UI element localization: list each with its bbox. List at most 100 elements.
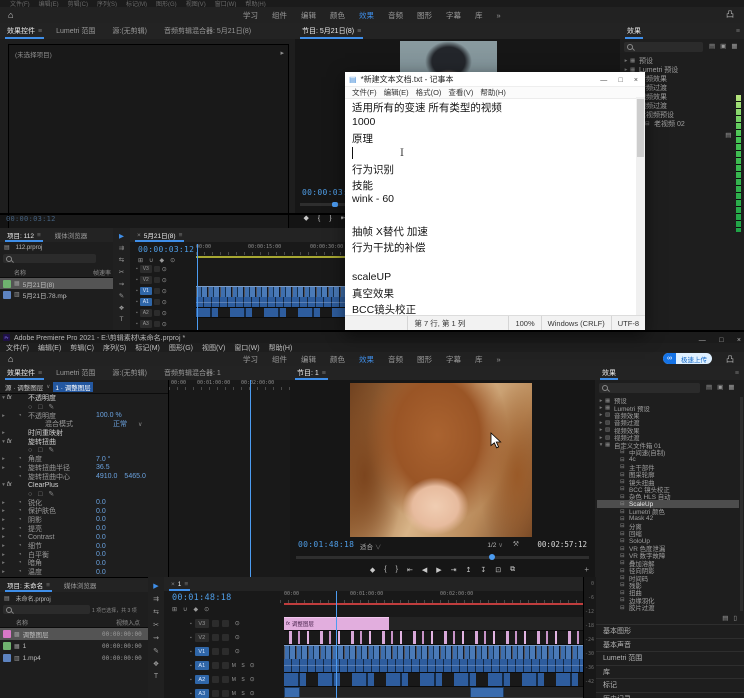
stopwatch-icon[interactable]: ◔ <box>18 456 28 462</box>
effects-tree-item[interactable]: ⊟边缘羽化 <box>597 597 739 604</box>
twirl-icon[interactable]: ▸ <box>0 413 7 419</box>
eye-icon[interactable]: ⊙ <box>250 690 255 697</box>
minimize-button[interactable]: — <box>600 77 607 84</box>
track-badge[interactable]: V1 <box>140 287 152 295</box>
parameter-value[interactable]: 100.0 % <box>96 412 122 419</box>
maximize-button[interactable]: □ <box>618 77 622 84</box>
expander-icon[interactable]: ▸ <box>280 49 284 57</box>
program-timecode[interactable]: 00:01:48:18 <box>298 540 354 549</box>
lock-icon[interactable]: ▪ <box>190 635 192 641</box>
export-icon[interactable]: 凸 <box>726 9 734 20</box>
workspace-tab[interactable]: 音频 <box>388 10 403 21</box>
notepad-title-bar[interactable]: ▤ *新建文本文档.txt - 记事本 — □ × <box>345 72 645 87</box>
timeline-playhead[interactable] <box>336 591 337 698</box>
label-color-chip[interactable] <box>3 291 11 299</box>
panel-tab[interactable]: 源:(无剪辑) <box>110 366 152 380</box>
docked-panel-tab[interactable]: 标记 <box>595 678 744 692</box>
project-row[interactable]: ▥1.mp400:00:00:00 <box>0 652 148 664</box>
effects-search-input[interactable] <box>599 383 700 393</box>
delete-icon[interactable]: ▯ <box>733 614 737 622</box>
scrollbar-thumb[interactable] <box>637 99 644 157</box>
tool-button[interactable]: ▶ <box>148 582 164 595</box>
track-header[interactable]: ▪V3⊙ <box>164 617 280 630</box>
project-tab[interactable]: 项目: 未命名≡ <box>5 578 52 592</box>
mute-solo-buttons[interactable]: M S <box>232 663 247 669</box>
stopwatch-icon[interactable]: ◔ <box>18 526 28 532</box>
project-row[interactable]: ▦100:00:00:00 <box>0 640 148 652</box>
panel-tab[interactable]: Lumetri 范围 <box>54 23 100 39</box>
scrubber-playhead[interactable] <box>489 554 495 560</box>
timeline-playhead[interactable] <box>197 244 198 330</box>
menu-item[interactable]: 序列(S) <box>103 343 126 353</box>
track-header[interactable]: ▪A1⊙ <box>132 297 196 307</box>
menu-item[interactable]: 帮助(H) <box>245 0 265 7</box>
track-badge[interactable]: A2 <box>140 309 152 317</box>
workspace-tab[interactable]: 库 <box>475 354 483 365</box>
track-badge[interactable]: V1 <box>195 647 209 656</box>
label-color-chip[interactable] <box>3 642 11 650</box>
effect-parameter-row[interactable]: ◔旋转扭曲中心4910.05465.0 <box>0 472 168 481</box>
track-lane-a2[interactable] <box>284 673 583 687</box>
parameter-value[interactable]: 0.0 <box>96 543 106 550</box>
effects-tab[interactable]: 效果 <box>625 23 643 39</box>
project-bin-row[interactable]: ▤ 未命名.prproj <box>4 594 51 603</box>
track-header[interactable]: ▪A3⊙ <box>132 319 196 329</box>
transport-button[interactable]: ◆ <box>304 214 309 222</box>
effects-tree-item[interactable]: ⊟回缩 <box>597 530 739 537</box>
workspace-tab[interactable]: 效果 <box>359 10 374 21</box>
track-lane-a1[interactable] <box>284 659 583 673</box>
transport-button[interactable]: ◆ <box>370 566 375 574</box>
menu-item[interactable]: 窗口(W) <box>234 343 259 353</box>
lock-icon[interactable]: ▪ <box>136 277 138 283</box>
media-browser-tab[interactable]: 媒体浏览器 <box>53 228 90 242</box>
workspace-tab[interactable]: 字幕 <box>446 10 461 21</box>
panel-tab[interactable]: 源:(无剪辑) <box>110 23 152 39</box>
track-header[interactable]: ▪V1⊙ <box>132 286 196 296</box>
timeline-timecode[interactable]: 00:01:48:18 <box>172 593 232 603</box>
timeline-option-icon[interactable]: ⊞ <box>172 606 177 613</box>
timeline-option-icon[interactable]: ⊙ <box>170 257 175 264</box>
audio-clip-track-a1[interactable] <box>196 297 345 308</box>
lock-icon[interactable]: ▪ <box>136 321 138 327</box>
timeline-ruler[interactable]: 00:0000:00:15:0000:00:30:00 <box>196 244 345 255</box>
menu-item[interactable]: 标记(M) <box>135 343 160 353</box>
parameter-value[interactable]: 36.5 <box>96 464 110 471</box>
lock-icon[interactable]: ▪ <box>190 691 192 697</box>
panel-tab[interactable]: 音频剪辑混合器: 5月21日(8) <box>162 23 256 39</box>
panel-tab[interactable]: 效果控件≡ <box>5 366 44 380</box>
project-search-input[interactable] <box>3 254 96 263</box>
export-icon[interactable]: 凸 <box>726 354 734 365</box>
track-badge[interactable]: A3 <box>140 320 152 328</box>
close-button[interactable]: × <box>634 77 638 84</box>
eye-icon[interactable]: ⊙ <box>162 299 167 306</box>
effect-parameter-row[interactable]: ▾fx旋转扭曲 <box>0 437 168 446</box>
mute-solo-buttons[interactable]: M S <box>232 677 247 683</box>
twirl-icon[interactable]: ▾ <box>0 439 7 445</box>
stopwatch-icon[interactable]: ◔ <box>18 413 28 419</box>
twirl-icon[interactable]: ▸ <box>0 569 7 575</box>
lock-icon[interactable]: ▪ <box>136 299 138 305</box>
panel-menu-icon[interactable]: ≡ <box>736 28 740 35</box>
transport-button[interactable]: ▶ <box>436 566 441 574</box>
track-toggle[interactable] <box>212 634 219 641</box>
twirl-icon[interactable]: ▸ <box>597 435 605 441</box>
effects-tree-item[interactable]: ⊟4c <box>597 456 739 463</box>
lock-icon[interactable]: ▪ <box>190 663 192 669</box>
eye-icon[interactable]: ⊙ <box>250 662 255 669</box>
timeline-option-icon[interactable]: ∪ <box>149 257 153 264</box>
twirl-icon[interactable]: ▸ <box>0 465 7 471</box>
track-toggle[interactable] <box>154 321 160 327</box>
fx-badge-icon[interactable]: fx <box>7 439 18 445</box>
track-header[interactable]: ▪A2⊙ <box>132 308 196 318</box>
parameter-value[interactable]: 正常 <box>113 419 127 429</box>
tool-button[interactable]: ✎ <box>148 647 164 660</box>
workspace-tab[interactable]: 库 <box>475 10 483 21</box>
tool-button[interactable]: ⇉ <box>113 244 130 256</box>
transport-button[interactable]: ⊡ <box>495 566 501 574</box>
twirl-icon[interactable]: ▾ <box>0 395 7 401</box>
label-color-chip[interactable] <box>3 654 11 662</box>
eye-icon[interactable]: ⊙ <box>162 266 167 273</box>
parameter-value[interactable]: 0.0 <box>96 525 106 532</box>
track-toggle[interactable] <box>212 648 219 655</box>
label-color-chip[interactable] <box>3 630 11 638</box>
